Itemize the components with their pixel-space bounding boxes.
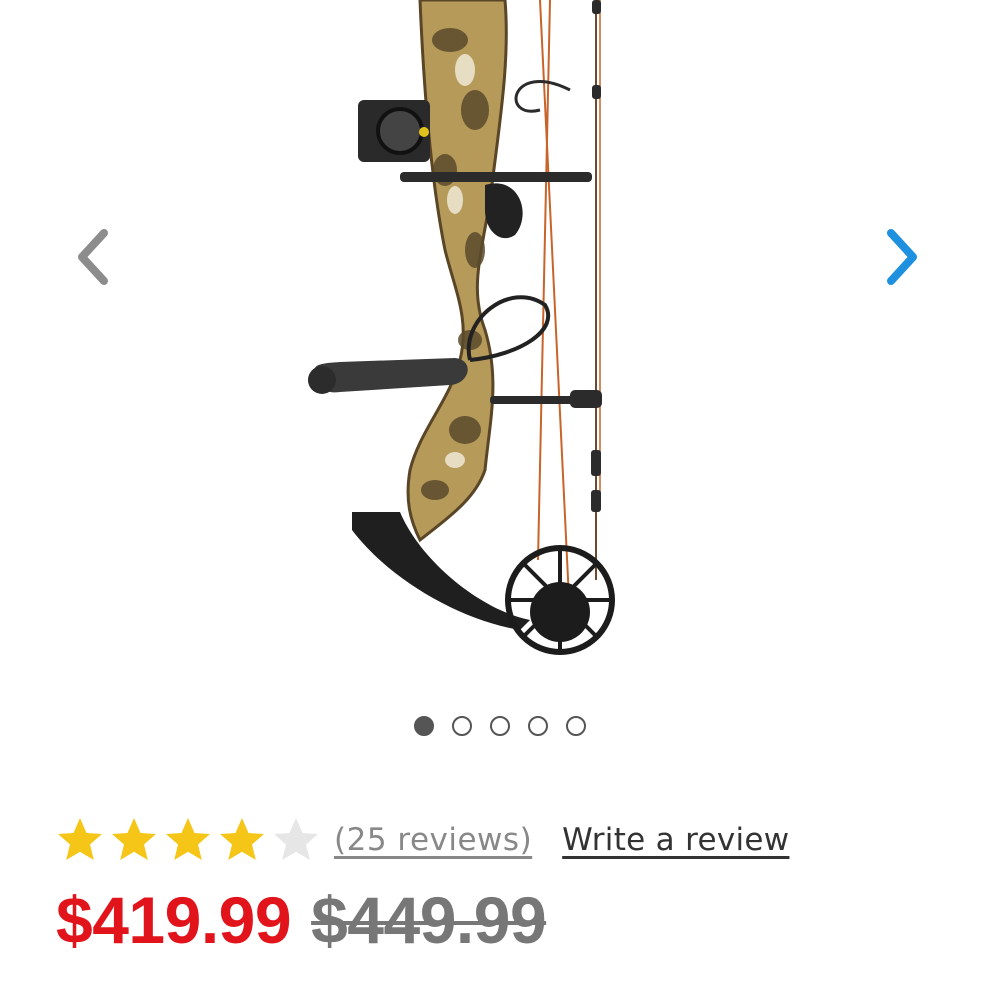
chevron-right-icon (887, 229, 917, 285)
next-image-button[interactable] (868, 222, 938, 292)
price-row: $419.99 $449.99 (56, 882, 547, 958)
sale-price: $419.99 (56, 883, 292, 957)
carousel-dot[interactable] (528, 716, 548, 736)
star-filled-icon (58, 818, 102, 860)
product-image (308, 0, 615, 655)
star-rating (56, 816, 320, 864)
rating-row: (25 reviews) Write a review (56, 810, 789, 870)
product-image-carousel[interactable] (0, 0, 1000, 736)
carousel-dot[interactable] (490, 716, 510, 736)
previous-image-button[interactable] (57, 222, 127, 292)
star-filled-icon (220, 818, 264, 860)
original-price: $449.99 (311, 883, 547, 957)
carousel-pagination (0, 716, 1000, 736)
carousel-dot[interactable] (566, 716, 586, 736)
product-page: (25 reviews) Write a review $419.99 $449… (0, 0, 1000, 1000)
star-filled-icon (112, 818, 156, 860)
star-filled-icon (166, 818, 210, 860)
reviews-count-link[interactable]: (25 reviews) (334, 822, 532, 858)
write-review-link[interactable]: Write a review (562, 822, 789, 858)
star-empty-icon (274, 818, 318, 860)
chevron-left-icon (78, 229, 108, 285)
carousel-dot[interactable] (452, 716, 472, 736)
carousel-dot[interactable] (414, 716, 434, 736)
